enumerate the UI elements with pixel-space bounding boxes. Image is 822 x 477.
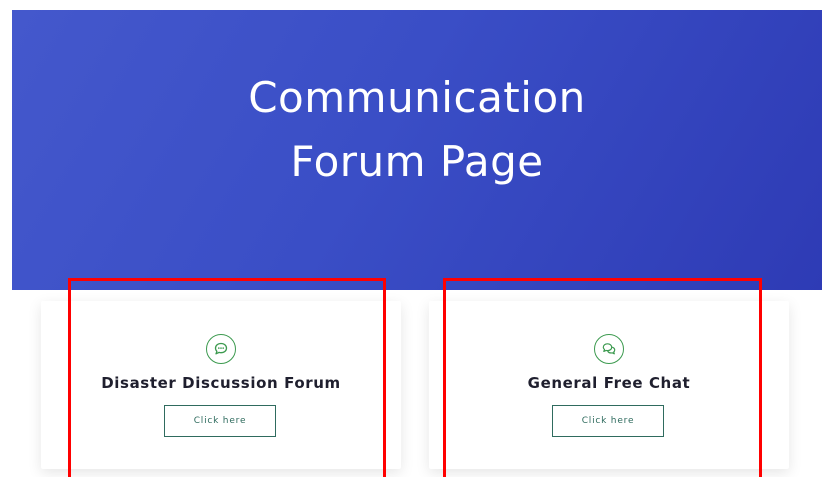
- two-chat-bubbles-icon: [594, 334, 624, 364]
- card-title: General Free Chat: [527, 374, 691, 392]
- hero-banner: Communication Forum Page: [12, 10, 822, 290]
- forum-card-general-free-chat: General Free Chat Click here: [429, 301, 789, 469]
- card-title: Disaster Discussion Forum: [101, 374, 341, 392]
- general-chat-click-here-button[interactable]: Click here: [552, 405, 664, 437]
- disaster-forum-click-here-button[interactable]: Click here: [164, 405, 276, 437]
- page-title-line-2: Forum Page: [290, 137, 544, 186]
- chat-bubble-icon: [206, 334, 236, 364]
- page-title-line-1: Communication: [248, 73, 586, 122]
- page: Communication Forum Page Disaster Discus…: [0, 0, 822, 477]
- forum-card-disaster-discussion: Disaster Discussion Forum Click here: [41, 301, 401, 469]
- page-title: Communication Forum Page: [12, 66, 822, 194]
